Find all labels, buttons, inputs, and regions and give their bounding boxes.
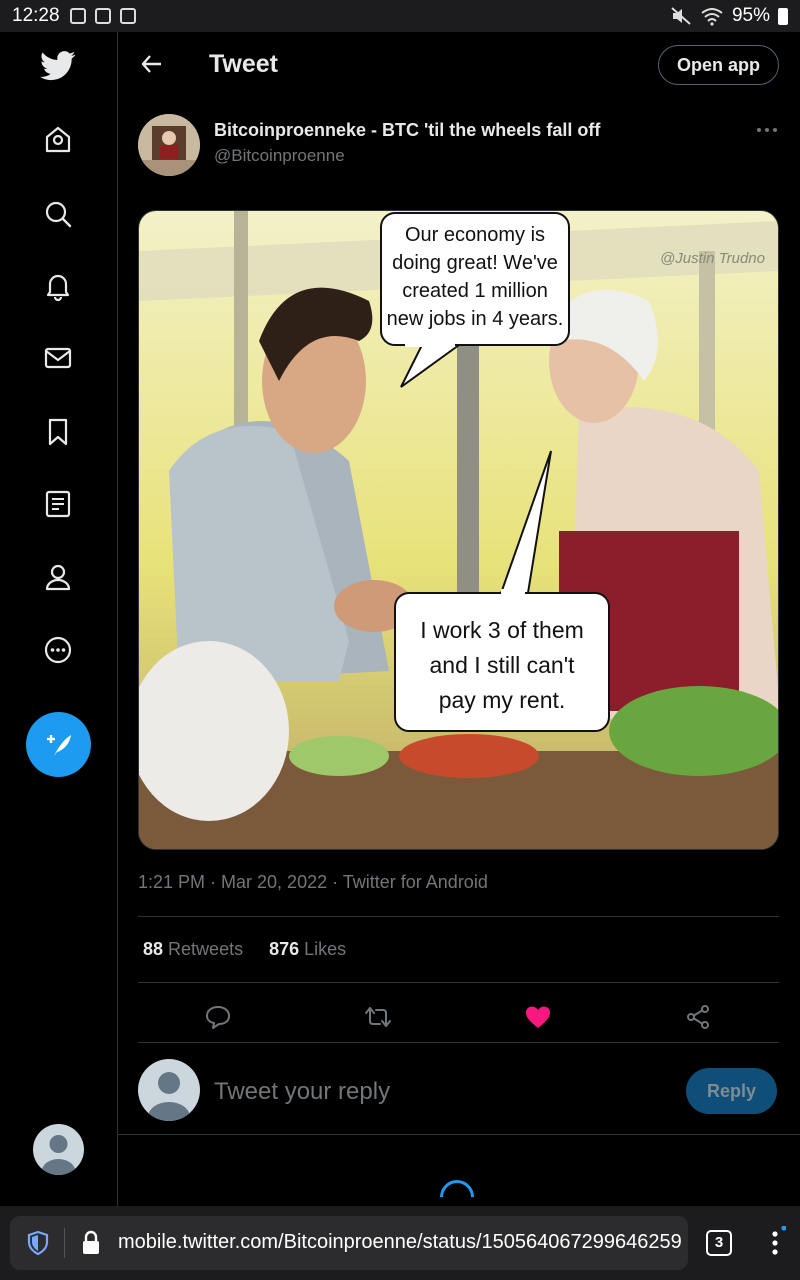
url-divider <box>64 1228 65 1258</box>
tweet-image[interactable]: Our economy is doing great! We've create… <box>138 210 779 850</box>
tab-switcher-button[interactable]: 3 <box>706 1230 732 1256</box>
retweets-count: 88 <box>143 939 164 959</box>
likes-count: 876 <box>269 939 300 959</box>
mute-icon <box>671 7 691 25</box>
share-action-button[interactable] <box>681 1000 715 1034</box>
likes-label: Likes <box>304 939 347 959</box>
retweets-label: Retweets <box>168 939 244 959</box>
reply-input[interactable] <box>214 1074 654 1110</box>
status-bar: 12:28 95% <box>0 0 800 32</box>
reply-avatar <box>138 1059 200 1121</box>
feather-plus-icon <box>46 734 71 756</box>
battery-icon <box>778 7 788 25</box>
battery-percent: 95% <box>731 5 770 26</box>
author-name[interactable]: Bitcoinproenneke - BTC 'til the wheels f… <box>214 120 600 141</box>
profile-icon[interactable] <box>34 553 82 601</box>
bookmark-icon[interactable] <box>34 408 82 456</box>
more-options-icon[interactable] <box>754 120 780 140</box>
bell-icon[interactable] <box>34 262 82 310</box>
list-icon[interactable] <box>34 480 82 528</box>
tweet-stats: 88 Retweets 876 Likes <box>143 939 346 960</box>
image-watermark: @Justin Trudno <box>660 250 765 267</box>
screenshot-notification-icon <box>94 8 111 24</box>
tweet-timestamp[interactable]: 1:21 PM · Mar 20, 2022 · Twitter for And… <box>138 872 488 893</box>
open-app-button[interactable]: Open app <box>658 45 779 85</box>
bubble-top-line-3: created 1 million <box>402 280 548 302</box>
twitter-logo-icon[interactable] <box>34 42 82 90</box>
wifi-icon <box>701 8 723 26</box>
check-notification-icon <box>119 8 136 24</box>
divider <box>138 1042 779 1043</box>
tweet-actions <box>138 992 779 1042</box>
mail-icon[interactable] <box>34 334 82 382</box>
main-column: Tweet Open app Bitcoinproenneke - BTC 't… <box>118 32 800 1222</box>
browser-toolbar: mobile.twitter.com/Bitcoinproenne/status… <box>0 1206 800 1280</box>
bubble-bottom-line-3: pay my rent. <box>439 687 566 713</box>
retweet-icon <box>365 1007 391 1027</box>
bubble-top-line-1: Our economy is <box>405 224 545 246</box>
likes-stat[interactable]: 876 Likes <box>269 939 346 960</box>
author-handle[interactable]: @Bitcoinproenne <box>214 146 345 166</box>
more-options-icon[interactable] <box>34 626 82 674</box>
like-action-button[interactable] <box>521 1000 555 1034</box>
nav-rail <box>0 32 118 1206</box>
share-icon <box>687 1005 709 1029</box>
retweet-action-button[interactable] <box>361 1000 395 1034</box>
account-avatar[interactable] <box>33 1124 84 1175</box>
shield-icon[interactable] <box>26 1230 50 1256</box>
reply-action-button[interactable] <box>201 1000 235 1034</box>
reply-button[interactable]: Reply <box>686 1068 777 1114</box>
bubble-top-line-4: new jobs in 4 years. <box>387 308 564 330</box>
heart-filled-icon <box>526 1006 550 1028</box>
back-arrow-icon[interactable] <box>138 50 166 78</box>
bubble-top-line-2: doing great! We've <box>392 252 558 274</box>
compose-tweet-button[interactable] <box>26 712 91 777</box>
lock-icon <box>83 1230 99 1254</box>
comment-icon <box>206 1006 230 1029</box>
home-icon[interactable] <box>34 116 82 164</box>
retweets-stat[interactable]: 88 Retweets <box>143 939 243 960</box>
tweet-header: Tweet Open app <box>118 32 800 98</box>
status-time: 12:28 <box>12 5 60 26</box>
author-avatar[interactable] <box>138 114 200 176</box>
browser-menu-icon[interactable] <box>764 1226 786 1260</box>
bubble-bottom-line-2: and I still can't <box>429 652 575 678</box>
divider <box>138 916 779 917</box>
url-text: mobile.twitter.com/Bitcoinproenne/status… <box>118 1231 682 1253</box>
search-icon[interactable] <box>34 190 82 238</box>
gallery-notification-icon <box>69 8 86 24</box>
bubble-bottom-line-1: I work 3 of them <box>420 617 584 643</box>
divider <box>118 1134 800 1135</box>
page-title: Tweet <box>209 50 278 78</box>
url-field[interactable]: mobile.twitter.com/Bitcoinproenne/status… <box>10 1216 688 1270</box>
divider <box>138 982 779 983</box>
